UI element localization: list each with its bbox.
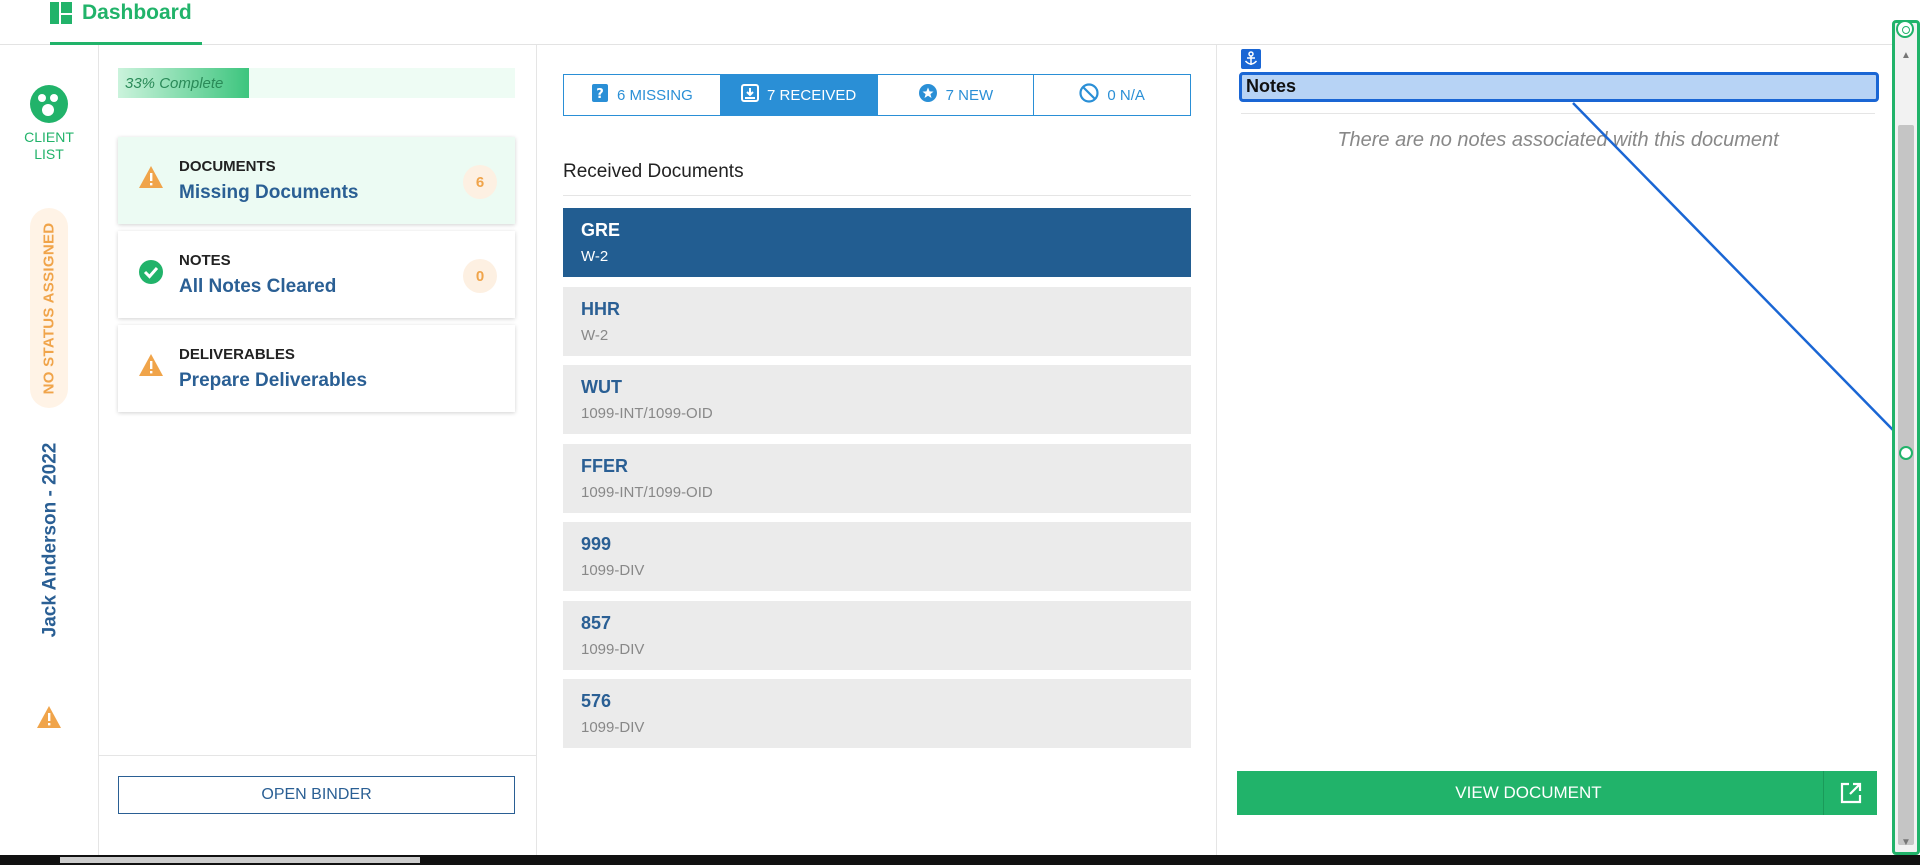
document-type: 1099-DIV — [581, 640, 645, 658]
document-name: WUT — [581, 377, 622, 397]
check-circle-icon — [138, 259, 164, 290]
status-badge[interactable]: NO STATUS ASSIGNED — [30, 208, 68, 408]
notes-header[interactable]: Notes — [1239, 72, 1879, 102]
section-title: Received Documents — [563, 161, 744, 182]
count-badge: 0 — [463, 259, 497, 293]
client-list-button[interactable]: CLIENT LIST — [12, 85, 86, 163]
tab-new[interactable]: 7 NEW — [878, 75, 1035, 115]
card-subtitle: Prepare Deliverables — [179, 370, 368, 391]
notes-panel: Notes There are no notes associated with… — [1217, 45, 1892, 855]
tab-received-label: 7 RECEIVED — [767, 86, 857, 104]
document-type: 1099-INT/1099-OID — [581, 405, 713, 422]
document-name: 857 — [581, 612, 612, 633]
tab-dashboard-label: Dashboard — [82, 1, 192, 24]
tab-received[interactable]: 7 RECEIVED — [720, 75, 878, 115]
scroll-thumb[interactable] — [1898, 125, 1914, 845]
list-item[interactable]: HHR W-2 — [563, 286, 1191, 356]
card-documents[interactable]: DOCUMENTS Missing Documents 6 — [118, 137, 515, 224]
card-title: DELIVERABLES — [179, 346, 295, 363]
scroll-handle[interactable] — [1899, 446, 1913, 460]
list-item[interactable]: FFER 1099-INT/1099-OID — [563, 443, 1191, 513]
card-title: NOTES — [179, 252, 231, 269]
summary-panel: 33% Complete DOCUMENTS Missing Documents… — [99, 45, 537, 855]
ban-icon — [1079, 83, 1099, 107]
empty-notes-message: There are no notes associated with this … — [1337, 129, 1779, 151]
document-type: W-2 — [581, 248, 609, 265]
list-item[interactable]: 576 1099-DIV — [563, 679, 1191, 748]
list-item[interactable]: WUT 1099-INT/1099-OID — [563, 365, 1191, 434]
document-filter-tabs: ? 6 MISSING 7 RECEIVED 7 NEW 0 N/A — [563, 74, 1191, 116]
vertical-scrollbar[interactable]: ▲ ▼ — [1892, 20, 1920, 855]
tab-missing-label: 6 MISSING — [616, 86, 693, 104]
users-icon — [30, 85, 68, 123]
document-type: 1099-INT/1099-OID — [581, 483, 713, 501]
document-name: 999 — [581, 534, 612, 554]
card-notes[interactable]: NOTES All Notes Cleared 0 — [118, 231, 515, 318]
warning-icon — [138, 165, 164, 194]
left-rail: CLIENT LIST NO STATUS ASSIGNED Jack Ande… — [0, 45, 99, 855]
card-deliverables[interactable]: DELIVERABLES Prepare Deliverables — [118, 325, 515, 412]
progress-label: 33% Complete — [125, 75, 224, 92]
open-binder-button[interactable]: OPEN BINDER — [118, 776, 515, 814]
horizontal-scroll-thumb[interactable] — [60, 857, 420, 863]
warning-icon — [138, 353, 164, 382]
list-item[interactable]: GRE W-2 — [563, 208, 1191, 277]
card-title: DOCUMENTS — [179, 158, 276, 175]
question-icon: ? — [591, 83, 609, 107]
document-name: 576 — [581, 691, 612, 711]
tab-na[interactable]: 0 N/A — [1034, 75, 1190, 115]
client-name: Jack Anderson - 2022 — [32, 430, 68, 650]
document-type: 1099-DIV — [581, 562, 645, 579]
scroll-down-arrow[interactable]: ▼ — [1901, 838, 1911, 848]
tab-na-label: 0 N/A — [1107, 86, 1145, 104]
binder-footer: OPEN BINDER — [99, 755, 537, 855]
progress-bar: 33% Complete — [118, 68, 515, 98]
divider — [563, 195, 1191, 196]
document-type: W-2 — [581, 326, 609, 344]
top-bar: Dashboard — [0, 0, 1892, 45]
dashboard-grid-icon — [50, 2, 72, 24]
client-list-label: CLIENT LIST — [24, 129, 74, 162]
card-subtitle: Missing Documents — [179, 182, 359, 203]
document-name: HHR — [581, 298, 620, 319]
document-type: 1099-DIV — [581, 719, 645, 736]
target-icon[interactable] — [1896, 20, 1914, 38]
list-item[interactable]: 999 1099-DIV — [563, 522, 1191, 591]
divider — [1241, 113, 1875, 114]
star-icon — [918, 83, 938, 107]
received-documents-list: GRE W-2 HHR W-2 WUT 1099-INT/1099-OID FF… — [563, 208, 1191, 758]
scroll-up-arrow[interactable]: ▲ — [1901, 51, 1911, 61]
tab-dashboard[interactable]: Dashboard — [50, 0, 202, 45]
documents-panel: ? 6 MISSING 7 RECEIVED 7 NEW 0 N/A Recei… — [537, 45, 1217, 855]
external-link-icon[interactable] — [1823, 771, 1877, 815]
count-badge: 6 — [463, 165, 497, 199]
bottom-bar — [0, 855, 1920, 865]
tab-new-label: 7 NEW — [945, 86, 994, 104]
list-item[interactable]: 857 1099-DIV — [563, 600, 1191, 670]
view-document-button[interactable]: VIEW DOCUMENT — [1237, 771, 1877, 815]
view-document-label: VIEW DOCUMENT — [1455, 783, 1602, 802]
client-name-label: Jack Anderson - 2022 — [39, 442, 61, 638]
warning-triangle-icon — [36, 705, 62, 734]
svg-text:?: ? — [596, 87, 604, 102]
inbox-icon — [741, 84, 760, 106]
tab-missing[interactable]: ? 6 MISSING — [564, 75, 721, 115]
anchor-icon[interactable] — [1241, 49, 1261, 69]
document-name: GRE — [581, 220, 621, 240]
status-label: NO STATUS ASSIGNED — [40, 222, 58, 394]
document-name: FFER — [581, 455, 628, 476]
card-subtitle: All Notes Cleared — [179, 276, 337, 297]
